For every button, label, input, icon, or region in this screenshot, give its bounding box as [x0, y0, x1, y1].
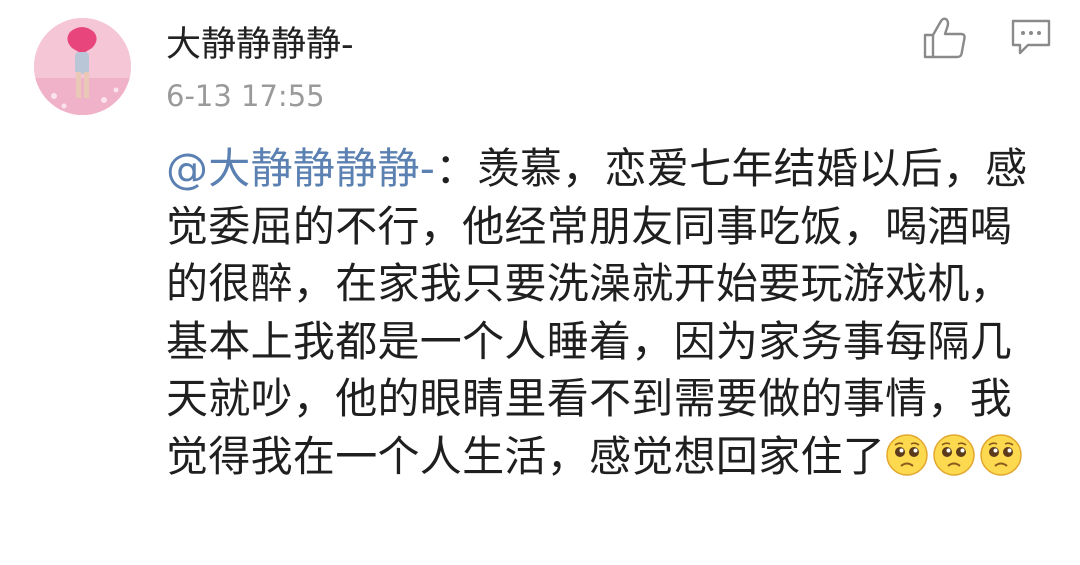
avatar[interactable]: [34, 18, 131, 115]
teary-eyed-emoji: [885, 433, 929, 477]
thumbs-up-icon: [922, 16, 968, 60]
comment-author[interactable]: 大静静静静-: [166, 22, 354, 68]
teary-eyed-emoji: [932, 433, 976, 477]
mention-link[interactable]: @大静静静静-: [166, 144, 435, 193]
reply-button[interactable]: [1010, 18, 1052, 58]
teary-eyed-emoji: [979, 433, 1023, 477]
comment-text: ：羡慕，恋爱七年结婚以后，感觉委屈的不行，他经常朋友同事吃饭，喝酒喝的很醉，在家…: [166, 144, 1028, 481]
comment-body: @大静静静静-：羡慕，恋爱七年结婚以后，感觉委屈的不行，他经常朋友同事吃饭，喝酒…: [166, 140, 1046, 485]
like-button[interactable]: [922, 16, 968, 60]
comment-bubble-icon: [1010, 18, 1052, 58]
comment-time: 6-13 17:55: [166, 79, 325, 113]
